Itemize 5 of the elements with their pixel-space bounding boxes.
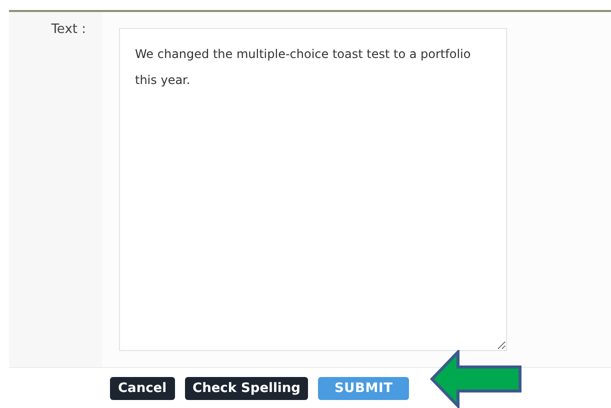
text-area[interactable]: We changed the multiple-choice toast test to a portfolio this year. (119, 28, 507, 351)
action-button[interactable]: Cancel (110, 377, 175, 400)
arrow-icon (430, 350, 523, 408)
action-button[interactable]: Check Spelling (184, 377, 308, 400)
field-label: Text : (51, 21, 86, 39)
